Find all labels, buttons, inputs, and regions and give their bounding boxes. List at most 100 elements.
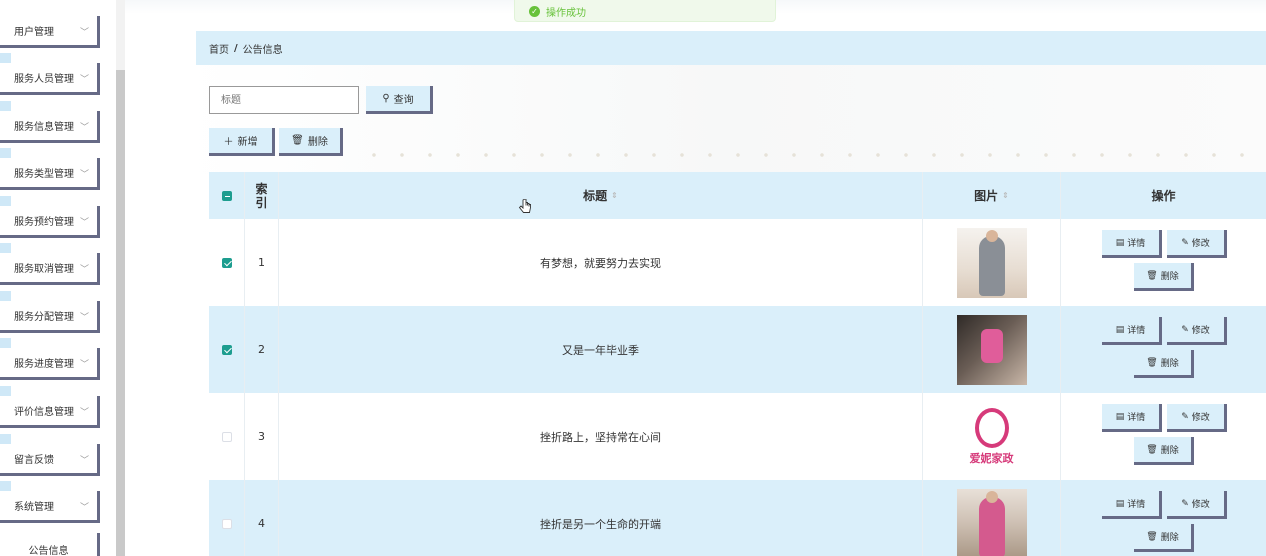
person-figure <box>978 496 1005 556</box>
document-icon: ▤ <box>1115 324 1125 335</box>
table-row: 2 又是一年毕业季 ▤ 详情 ✎ 修改 🗑 删除 <box>209 306 1266 393</box>
remove-label: 删除 <box>1160 446 1179 456</box>
detail-button[interactable]: ▤ 详情 <box>1102 404 1162 432</box>
chevron-down-icon: ﹀ <box>79 313 89 323</box>
row-image-cell <box>923 480 1061 556</box>
success-toast: ✓ 操作成功 <box>514 0 776 22</box>
dotted-decor <box>360 152 1260 158</box>
title-search-input[interactable] <box>209 86 359 114</box>
sidebar-tab-decor <box>0 481 11 491</box>
trash-icon: 🗑 <box>1146 531 1158 542</box>
sidebar-item-system-management[interactable]: 系统管理 ﹀ <box>0 481 100 523</box>
row-delete-button[interactable]: 🗑 删除 <box>1134 263 1194 291</box>
row-checkbox[interactable] <box>221 344 232 355</box>
chevron-down-icon: ﹀ <box>79 265 89 275</box>
row-delete-button[interactable]: 🗑 删除 <box>1134 524 1194 552</box>
sidebar-item-cancel-management[interactable]: 服务取消管理 ﹀ <box>0 243 100 285</box>
chevron-down-icon: ﹀ <box>79 170 89 180</box>
edit-button[interactable]: ✎ 修改 <box>1167 230 1227 258</box>
person-figure <box>978 235 1005 296</box>
sidebar-item-label: 服务类型管理 <box>14 169 74 180</box>
sidebar-tab-decor <box>0 386 11 396</box>
row-checkbox[interactable] <box>221 431 232 442</box>
sidebar-tab-decor <box>0 196 11 206</box>
column-index-label: 索引 <box>255 181 268 210</box>
edit-button[interactable]: ✎ 修改 <box>1167 317 1227 345</box>
sidebar-item-label: 系统管理 <box>14 502 54 513</box>
query-button[interactable]: ⚲ 查询 <box>366 86 433 114</box>
chevron-down-icon: ﹀ <box>79 75 89 85</box>
chevron-up-icon: ﹀ <box>79 503 89 513</box>
document-icon: ▤ <box>1115 237 1125 248</box>
breadcrumb-current: 公告信息 <box>242 44 283 56</box>
breadcrumb: 首页 / 公告信息 <box>196 31 1266 65</box>
chevron-down-icon: ﹀ <box>79 218 89 228</box>
detail-label: 详情 <box>1127 326 1146 336</box>
remove-label: 删除 <box>1160 533 1179 543</box>
column-operation-label: 操作 <box>1151 189 1176 203</box>
sidebar-item-booking-management[interactable]: 服务预约管理 ﹀ <box>0 196 100 238</box>
column-image-label: 图片 <box>974 189 999 203</box>
sidebar-scrollbar-thumb[interactable] <box>116 70 125 556</box>
sidebar-item-review-management[interactable]: 评价信息管理 ﹀ <box>0 386 100 428</box>
row-index: 3 <box>245 393 279 480</box>
chevron-down-icon: ﹀ <box>79 408 89 418</box>
row-checkbox[interactable] <box>221 257 232 268</box>
notice-image[interactable]: 爱妮家政 <box>956 401 1027 472</box>
sidebar-item-user-management[interactable]: 用户管理 ﹀ <box>0 16 100 48</box>
sidebar-item-label: 用户管理 <box>14 27 54 38</box>
add-button[interactable]: ＋ 新增 <box>209 128 275 156</box>
column-header-image[interactable]: 图片 ⇕ <box>923 172 1061 219</box>
row-check-cell <box>209 393 245 480</box>
trash-icon: 🗑 <box>1146 357 1158 368</box>
row-delete-button[interactable]: 🗑 删除 <box>1134 350 1194 378</box>
detail-button[interactable]: ▤ 详情 <box>1102 230 1162 258</box>
edit-button[interactable]: ✎ 修改 <box>1167 491 1227 519</box>
row-index: 1 <box>245 219 279 306</box>
notice-table: 索引 标题 ⇕ 图片 ⇕ 操作 1 有梦想，就要努力去实现 ▤ 详情 ✎ 修改 … <box>209 172 1266 556</box>
edit-label: 修改 <box>1191 500 1210 510</box>
edit-button[interactable]: ✎ 修改 <box>1167 404 1227 432</box>
delete-button-label: 删除 <box>307 137 328 148</box>
notice-image[interactable] <box>956 488 1027 556</box>
chevron-down-icon: ﹀ <box>79 456 89 466</box>
hand-cursor-icon <box>518 199 531 213</box>
notice-image[interactable] <box>956 227 1027 298</box>
remove-label: 删除 <box>1160 359 1179 369</box>
sort-icon[interactable]: ⇕ <box>611 191 618 200</box>
table-row: 4 挫折是另一个生命的开端 ▤ 详情 ✎ 修改 🗑 删除 <box>209 480 1266 556</box>
brand-logo-text: 爱妮家政 <box>969 451 1014 465</box>
row-index: 4 <box>245 480 279 556</box>
sidebar-item-label: 服务进度管理 <box>14 359 74 370</box>
sidebar-item-service-type-management[interactable]: 服务类型管理 ﹀ <box>0 148 100 190</box>
detail-label: 详情 <box>1127 239 1146 249</box>
batch-delete-button[interactable]: 🗑 删除 <box>279 128 343 156</box>
detail-button[interactable]: ▤ 详情 <box>1102 491 1162 519</box>
document-icon: ▤ <box>1115 411 1125 422</box>
detail-button[interactable]: ▤ 详情 <box>1102 317 1162 345</box>
sort-icon[interactable]: ⇕ <box>1002 191 1009 200</box>
sidebar-item-assign-management[interactable]: 服务分配管理 ﹀ <box>0 291 100 333</box>
sidebar-item-feedback[interactable]: 留言反馈 ﹀ <box>0 434 100 476</box>
sidebar-subitem-notice[interactable]: 公告信息 <box>0 533 100 556</box>
sidebar-item-label: 服务取消管理 <box>14 264 74 275</box>
breadcrumb-separator: / <box>234 42 238 54</box>
select-all-checkbox[interactable] <box>221 190 232 201</box>
notice-image[interactable] <box>956 314 1027 385</box>
row-operations: ▤ 详情 ✎ 修改 🗑 删除 <box>1061 306 1266 393</box>
row-image-cell <box>923 306 1061 393</box>
row-checkbox[interactable] <box>221 518 232 529</box>
row-operations: ▤ 详情 ✎ 修改 🗑 删除 <box>1061 480 1266 556</box>
sidebar-tab-decor <box>0 148 11 158</box>
toast-text: 操作成功 <box>546 7 586 19</box>
edit-label: 修改 <box>1191 239 1210 249</box>
breadcrumb-home[interactable]: 首页 <box>209 41 229 56</box>
sidebar-item-staff-management[interactable]: 服务人员管理 ﹀ <box>0 53 100 95</box>
sidebar-item-service-info-management[interactable]: 服务信息管理 ﹀ <box>0 101 100 143</box>
column-header-title[interactable]: 标题 ⇕ <box>279 172 923 219</box>
row-check-cell <box>209 219 245 306</box>
row-operations: ▤ 详情 ✎ 修改 🗑 删除 <box>1061 393 1266 480</box>
sidebar-item-progress-management[interactable]: 服务进度管理 ﹀ <box>0 338 100 380</box>
row-delete-button[interactable]: 🗑 删除 <box>1134 437 1194 465</box>
edit-label: 修改 <box>1191 413 1210 423</box>
